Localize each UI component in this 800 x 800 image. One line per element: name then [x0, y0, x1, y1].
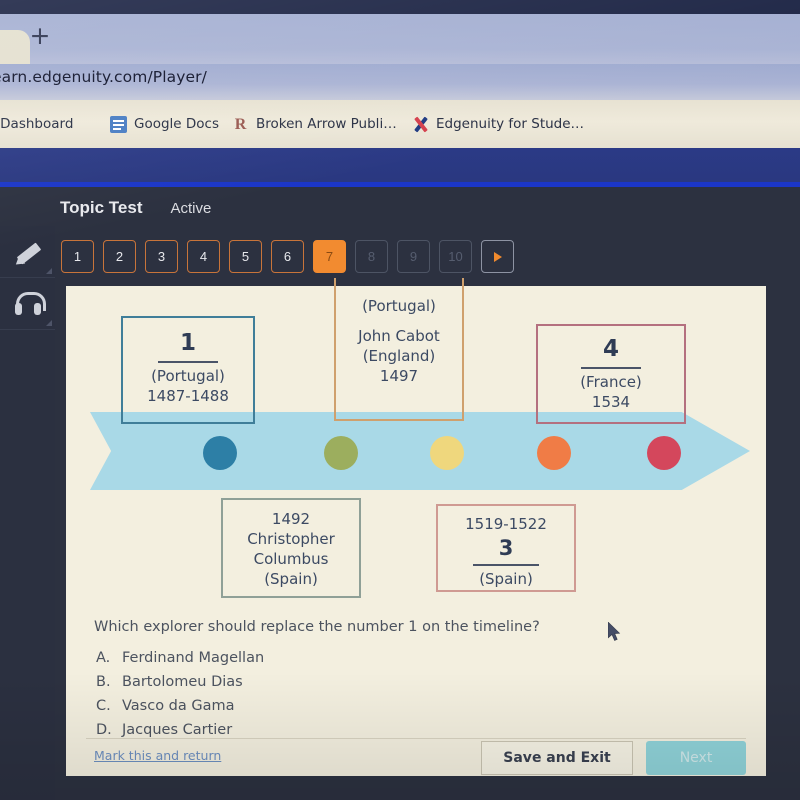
question-button-1[interactable]: 1	[61, 240, 94, 273]
photographed-screen: + earn.edgenuity.com/Player/ er Dashboar…	[0, 0, 800, 800]
pencil-highlighter-icon	[13, 237, 43, 267]
mark-and-return-link[interactable]: Mark this and return	[94, 748, 221, 763]
question-button-8: 8	[355, 240, 388, 273]
next-question-arrow-icon[interactable]	[481, 240, 514, 273]
topic-header: Topic Test Active	[60, 198, 211, 218]
answer-text-b: Bartolomeu Dias	[122, 674, 243, 690]
bookmark-edgenuity[interactable]: Edgenuity for Stude…	[412, 111, 584, 137]
answer-letter-b: B.	[96, 674, 111, 690]
timeline-box-4-line-3: Columbus	[253, 550, 329, 569]
timeline-box-1-line-2: 1487-1488	[147, 386, 229, 405]
timeline-box-3-line-1: (France)	[580, 372, 642, 391]
bookmark-label: er Dashboard	[0, 116, 74, 132]
answer-choices: A. Ferdinand Magellan B. Bartolomeu Dias…	[96, 642, 264, 738]
google-docs-icon	[110, 115, 127, 133]
timeline-box-2: (Portugal) John Cabot (England) 1497	[334, 278, 464, 421]
timeline-box-1-line-1: (Portugal)	[151, 366, 225, 385]
timeline-box-4: 1492 Christopher Columbus (Spain)	[221, 498, 361, 598]
mouse-cursor-icon	[608, 622, 621, 641]
question-button-10: 10	[439, 240, 472, 273]
answer-choice-b[interactable]: B. Bartolomeu Dias	[96, 674, 264, 690]
timeline-box-3-number: 4	[580, 334, 641, 369]
answer-text-d: Jacques Cartier	[122, 722, 233, 738]
bookmark-google-docs[interactable]: Google Docs	[110, 111, 219, 137]
timeline-box-5-line-1: 1519-1522	[465, 515, 547, 533]
broken-arrow-icon: R	[234, 115, 247, 133]
timeline-dot-1	[203, 436, 237, 470]
answer-choice-c[interactable]: C. Vasco da Gama	[96, 698, 264, 714]
highlighter-tool-button[interactable]	[0, 226, 55, 278]
save-and-exit-button[interactable]: Save and Exit	[481, 741, 633, 775]
timeline-box-5-line-2: (Spain)	[479, 570, 533, 589]
timeline-dot-5	[647, 436, 681, 470]
answer-choice-d[interactable]: D. Jacques Cartier	[96, 722, 264, 738]
timeline-box-2-line-4: 1497	[379, 367, 419, 386]
timeline-box-2-line-2: John Cabot	[358, 327, 440, 346]
timeline-dot-2	[324, 436, 358, 470]
edgenuity-player: Topic Test Active 1 2 3 4 5 6 7 8 9 10 1…	[0, 182, 800, 800]
timeline-box-1: 1 (Portugal) 1487-1488	[121, 316, 255, 424]
timeline-box-1-number: 1	[157, 328, 218, 363]
question-button-5[interactable]: 5	[229, 240, 262, 273]
question-button-3[interactable]: 3	[145, 240, 178, 273]
answer-text-c: Vasco da Gama	[122, 698, 235, 714]
url-text[interactable]: earn.edgenuity.com/Player/	[0, 68, 207, 86]
edgenuity-x-icon	[412, 116, 429, 133]
answer-letter-a: A.	[96, 650, 111, 666]
timeline-box-4-line-1: 1492	[271, 510, 311, 528]
answer-choice-a[interactable]: A. Ferdinand Magellan	[96, 650, 264, 666]
footer-divider	[86, 738, 746, 739]
question-button-9: 9	[397, 240, 430, 273]
timeline-box-2-line-3: (England)	[362, 347, 436, 366]
new-tab-button[interactable]: +	[27, 23, 53, 50]
answer-letter-d: D.	[96, 722, 112, 738]
question-navigator: 1 2 3 4 5 6 7 8 9 10	[61, 240, 514, 273]
question-prompt: Which explorer should replace the number…	[94, 619, 540, 635]
timeline-box-3-line-2: 1534	[591, 392, 631, 411]
timeline-box-5-number: 3	[472, 534, 540, 567]
headphones-icon	[14, 291, 46, 316]
app-accent-bar	[0, 182, 800, 187]
tools-rail	[0, 226, 55, 800]
answer-letter-c: C.	[96, 698, 111, 714]
bookmark-label: Edgenuity for Stude…	[436, 116, 585, 132]
window-top-bar	[0, 0, 800, 14]
question-content-panel: 1 (Portugal) 1487-1488 (Portugal) John C…	[66, 278, 766, 776]
timeline-box-5: 1519-1522 3 (Spain)	[436, 504, 576, 592]
timeline-box-2-line-1: (Portugal)	[362, 297, 436, 315]
timeline-box-4-line-2: Christopher	[247, 530, 335, 549]
bookmark-label: Broken Arrow Publi…	[256, 116, 397, 132]
bookmark-dashboard[interactable]: er Dashboard	[0, 111, 73, 137]
timeline-dot-3	[430, 436, 464, 470]
bookmark-broken-arrow[interactable]: R Broken Arrow Publi…	[232, 111, 397, 137]
question-button-4[interactable]: 4	[187, 240, 220, 273]
status-badge: Active	[170, 200, 212, 217]
timeline-box-3: 4 (France) 1534	[536, 324, 686, 424]
timeline-dot-4	[537, 436, 571, 470]
browser-tab-strip	[0, 14, 800, 78]
page-title: Topic Test	[60, 198, 143, 217]
audio-tool-button[interactable]	[0, 278, 55, 330]
timeline-box-4-line-4: (Spain)	[264, 570, 318, 589]
next-button[interactable]: Next	[646, 741, 746, 775]
question-button-7[interactable]: 7	[313, 240, 346, 273]
page-top-band	[0, 148, 800, 182]
bookmark-label: Google Docs	[134, 116, 220, 132]
question-button-6[interactable]: 6	[271, 240, 304, 273]
answer-text-a: Ferdinand Magellan	[122, 650, 265, 666]
question-button-2[interactable]: 2	[103, 240, 136, 273]
